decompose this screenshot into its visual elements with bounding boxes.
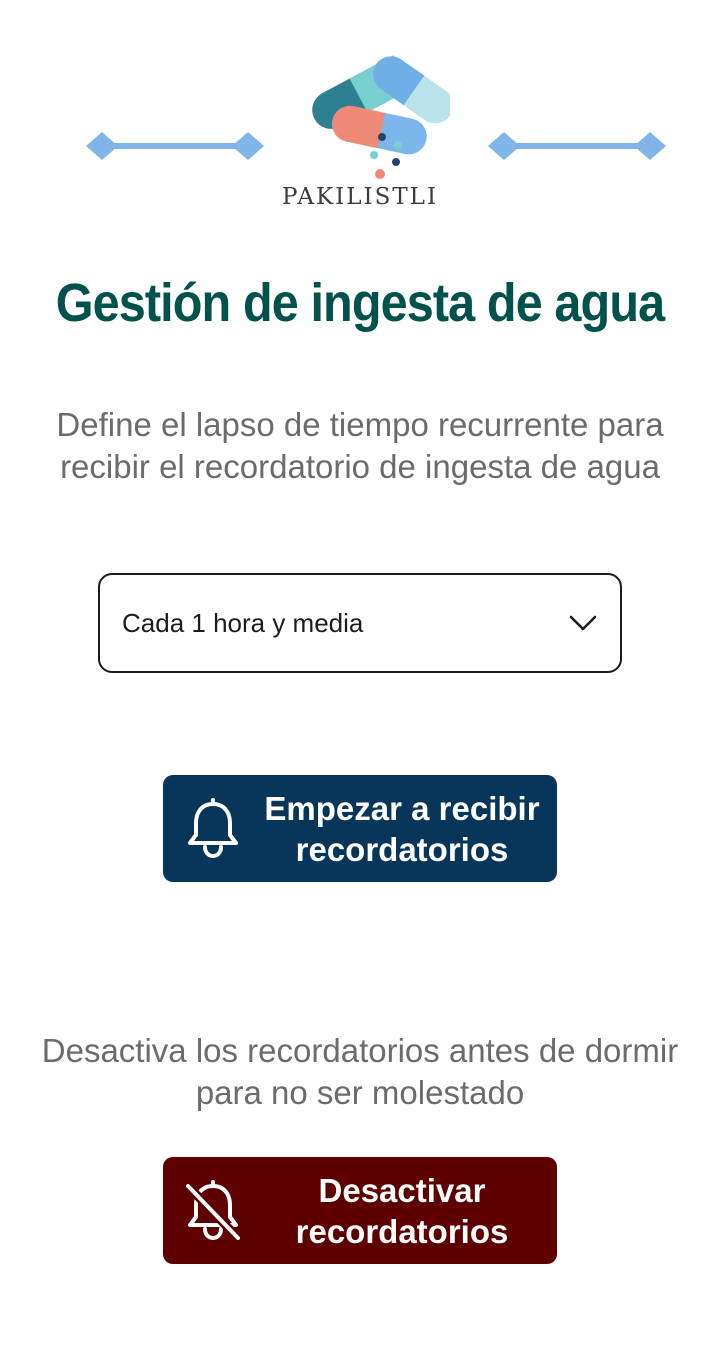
interval-description: Define el lapso de tiempo recurrente par… bbox=[56, 406, 664, 485]
pills-logo-icon bbox=[312, 55, 450, 179]
disable-reminders-label: Desactivar recordatorios bbox=[295, 1171, 509, 1250]
water-intake-screen: PAKILISTLI Gestión de ingesta de agua De… bbox=[0, 0, 720, 1347]
chevron-down-icon bbox=[568, 608, 598, 638]
disable-reminders-button[interactable]: Desactivar recordatorios bbox=[163, 1157, 557, 1264]
bell-off-icon bbox=[163, 1157, 263, 1264]
app-header: PAKILISTLI bbox=[0, 40, 720, 215]
interval-select-value: Cada 1 hora y media bbox=[122, 607, 364, 638]
brand-name: PAKILISTLI bbox=[281, 184, 439, 210]
diamond-line-right-icon bbox=[488, 132, 666, 160]
bell-icon bbox=[163, 775, 263, 882]
start-reminders-label: Empezar a recibir recordatorios bbox=[264, 789, 540, 868]
start-reminders-button[interactable]: Empezar a recibir recordatorios bbox=[163, 775, 557, 882]
diamond-line-left-icon bbox=[86, 132, 264, 160]
interval-select[interactable]: Cada 1 hora y media bbox=[98, 573, 622, 673]
sleep-description: Desactiva los recordatorios antes de dor… bbox=[41, 1032, 679, 1111]
page-title: Gestión de ingesta de agua bbox=[55, 273, 665, 333]
